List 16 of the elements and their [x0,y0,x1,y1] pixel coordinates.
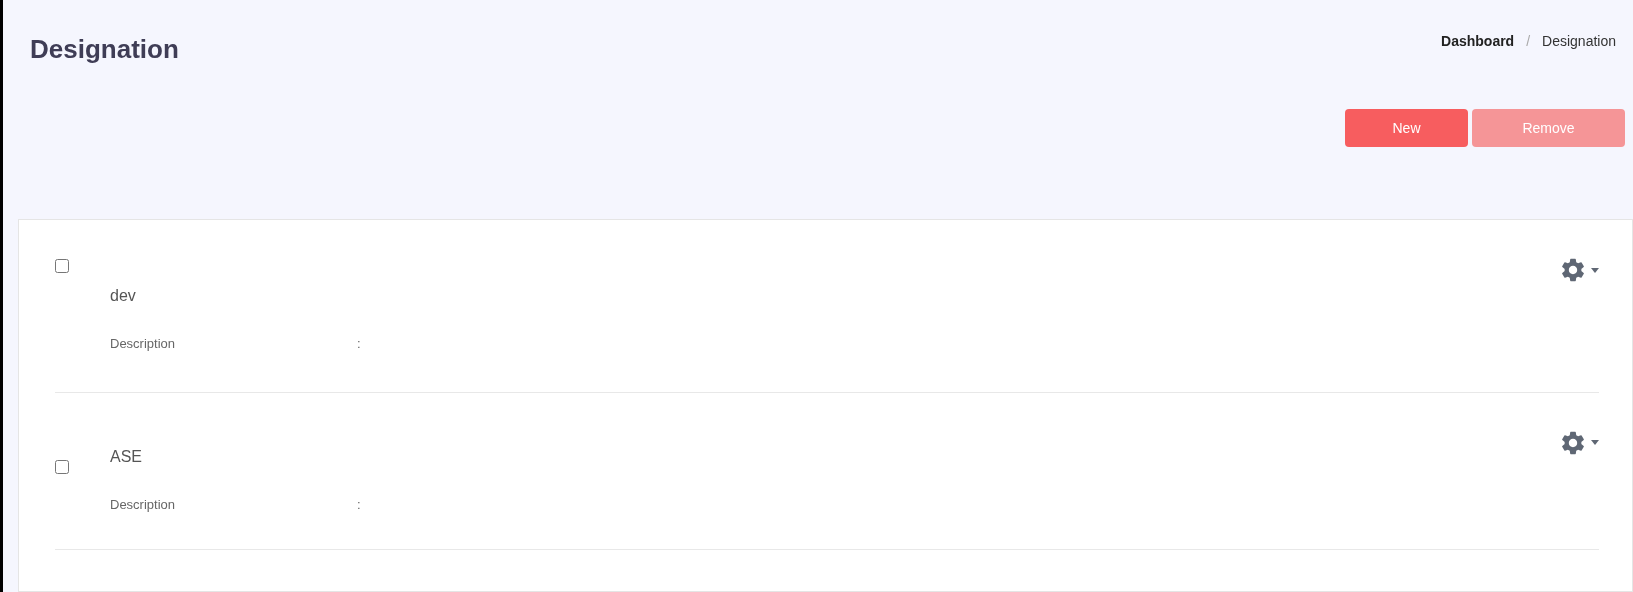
breadcrumb-link[interactable]: Dashboard [1441,31,1515,52]
settings-icon [1559,256,1587,284]
breadcrumb-separator: / [1526,32,1531,51]
settings-dropdown-button[interactable] [1559,256,1599,284]
field-label: Description [110,335,177,353]
breadcrumb-link[interactable]: Designation [1542,31,1616,52]
record-name: ASE [110,446,143,467]
select-checkbox[interactable] [55,459,69,474]
page-title: Designation [30,33,179,66]
select-checkbox[interactable] [55,259,69,273]
field-separator: : [357,495,361,514]
caret-icon [1591,267,1599,273]
field-label: Description [110,495,177,514]
record-name: dev [110,286,137,306]
field-separator: : [357,335,361,353]
caret-icon [1591,440,1599,445]
